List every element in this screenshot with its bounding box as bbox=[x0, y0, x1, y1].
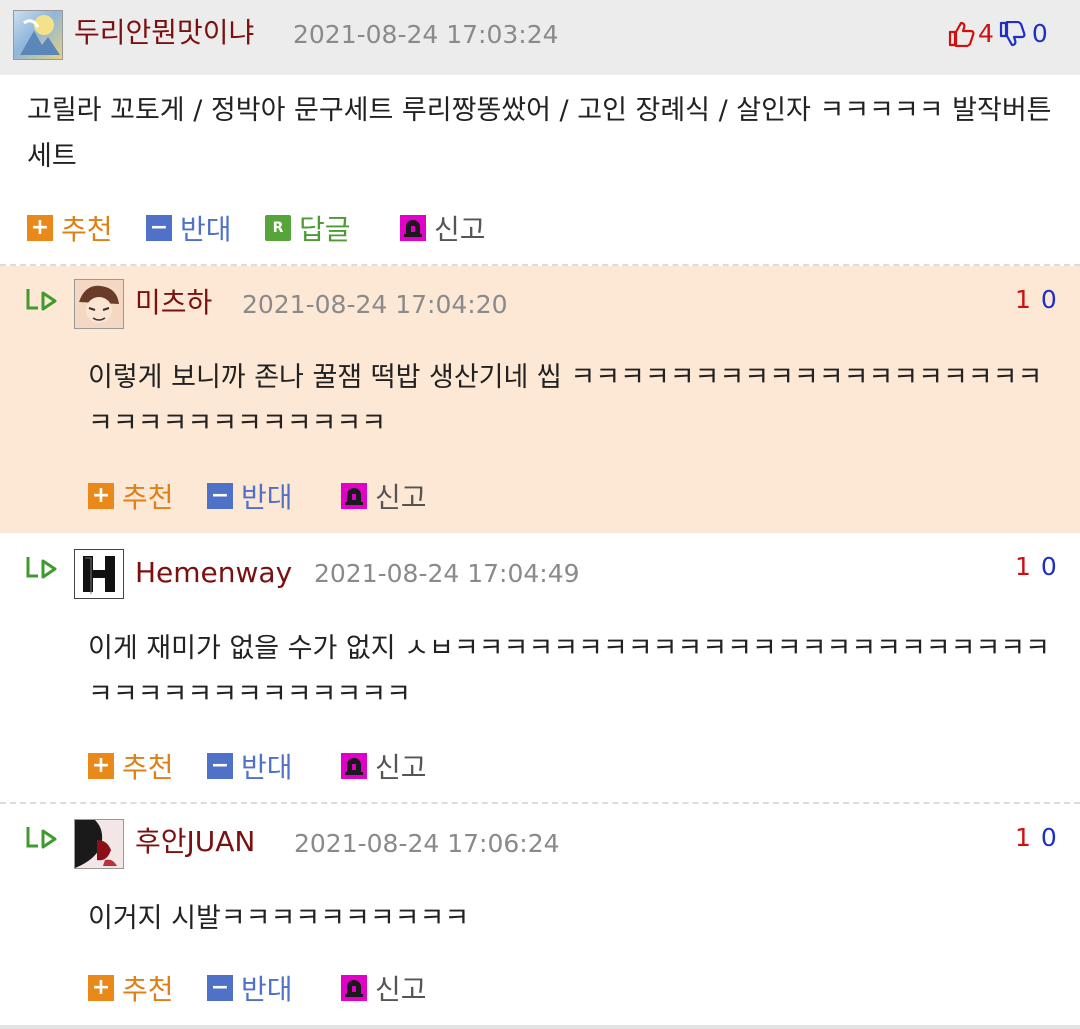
minus-icon: − bbox=[207, 753, 233, 779]
report-label: 신고 bbox=[375, 751, 427, 784]
oppose-label: 반대 bbox=[241, 973, 293, 1006]
reply-body: 이게 재미가 없을 수가 없지 ㅅㅂㅋㅋㅋㅋㅋㅋㅋㅋㅋㅋㅋㅋㅋㅋㅋㅋㅋㅋㅋㅋㅋㅋ… bbox=[88, 633, 1050, 710]
reply-item: 미츠하 2021-08-24 17:04:20 1 0 이렇게 보니까 존나 꿀… bbox=[0, 266, 1080, 533]
vote-box: 4 0 bbox=[947, 18, 1048, 50]
plus-icon: + bbox=[27, 215, 53, 241]
oppose-button[interactable]: − 반대 bbox=[207, 971, 293, 1006]
reply-downvote-count: 0 bbox=[1040, 285, 1057, 314]
thumbs-up-icon[interactable] bbox=[947, 21, 975, 47]
plus-icon: + bbox=[88, 753, 114, 779]
comment-nickname[interactable]: 두리안뭔맛이냐 bbox=[74, 16, 254, 50]
oppose-button[interactable]: − 반대 bbox=[146, 211, 232, 246]
avatar-image bbox=[79, 285, 119, 323]
comment-body: 고릴라 꼬토게 / 정박아 문구세트 루리짱똥쌌어 / 고인 장례식 / 살인자… bbox=[27, 95, 1052, 172]
reply-upvote-count: 1 bbox=[1015, 285, 1031, 314]
reply-arrow-icon bbox=[26, 827, 57, 849]
avatar[interactable] bbox=[74, 819, 124, 869]
reply-nickname[interactable]: 미츠하 bbox=[135, 286, 212, 320]
minus-icon: − bbox=[207, 975, 233, 1001]
report-label: 신고 bbox=[375, 481, 427, 514]
recommend-button[interactable]: + 추천 bbox=[88, 971, 174, 1006]
recommend-label: 추천 bbox=[122, 751, 174, 784]
bottom-border bbox=[0, 1025, 1080, 1029]
report-button[interactable]: 신고 bbox=[341, 749, 427, 784]
oppose-button[interactable]: − 반대 bbox=[207, 479, 293, 514]
reply-votes: 1 0 bbox=[1015, 822, 1057, 854]
reply-votes: 1 0 bbox=[1015, 551, 1057, 583]
siren-icon bbox=[341, 753, 367, 779]
reply-r-icon: R bbox=[265, 215, 291, 241]
avatar-image bbox=[83, 556, 115, 594]
siren-icon bbox=[400, 215, 426, 241]
minus-icon: − bbox=[207, 483, 233, 509]
thumbs-down-icon[interactable] bbox=[998, 21, 1026, 47]
recommend-label: 추천 bbox=[122, 973, 174, 1006]
reply-nickname[interactable]: Hemenway bbox=[135, 556, 292, 590]
reply-body: 이렇게 보니까 존나 꿀잼 떡밥 생산기네 씹 ㅋㅋㅋㅋㅋㅋㅋㅋㅋㅋㅋㅋㅋㅋㅋㅋ… bbox=[88, 362, 1043, 439]
report-label: 신고 bbox=[375, 973, 427, 1006]
siren-icon bbox=[341, 483, 367, 509]
avatar[interactable] bbox=[74, 549, 124, 599]
upvote-count: 4 bbox=[978, 19, 994, 48]
reply-body: 이거지 시발ㅋㅋㅋㅋㅋㅋㅋㅋㅋㅋ bbox=[88, 903, 470, 934]
reply-date: 2021-08-24 17:04:20 bbox=[242, 290, 508, 319]
reply-item: 후안JUAN 2021-08-24 17:06:24 1 0 이거지 시발ㅋㅋㅋ… bbox=[0, 804, 1080, 1029]
avatar-image bbox=[20, 15, 60, 55]
oppose-label: 반대 bbox=[241, 751, 293, 784]
report-button[interactable]: 신고 bbox=[341, 971, 427, 1006]
plus-icon: + bbox=[88, 975, 114, 1001]
oppose-button[interactable]: − 반대 bbox=[207, 749, 293, 784]
recommend-label: 추천 bbox=[122, 481, 174, 514]
reply-date: 2021-08-24 17:04:49 bbox=[314, 559, 580, 588]
recommend-label: 추천 bbox=[61, 213, 113, 246]
recommend-button[interactable]: + 추천 bbox=[27, 211, 113, 246]
reply-date: 2021-08-24 17:06:24 bbox=[294, 829, 560, 858]
reply-votes: 1 0 bbox=[1015, 284, 1057, 316]
avatar-image bbox=[75, 820, 117, 868]
report-button[interactable]: 신고 bbox=[341, 479, 427, 514]
reply-nickname[interactable]: 후안JUAN bbox=[135, 825, 255, 859]
reply-upvote-count: 1 bbox=[1015, 552, 1031, 581]
oppose-label: 반대 bbox=[180, 213, 232, 246]
recommend-button[interactable]: + 추천 bbox=[88, 749, 174, 784]
siren-icon bbox=[341, 975, 367, 1001]
report-button[interactable]: 신고 bbox=[400, 211, 486, 246]
avatar[interactable] bbox=[74, 279, 124, 329]
reply-arrow-icon bbox=[26, 289, 57, 311]
comment-date: 2021-08-24 17:03:24 bbox=[293, 20, 559, 49]
reply-upvote-count: 1 bbox=[1015, 823, 1031, 852]
reply-arrow-icon bbox=[26, 557, 57, 579]
oppose-label: 반대 bbox=[241, 481, 293, 514]
reply-item: Hemenway 2021-08-24 17:04:49 1 0 이게 재미가 … bbox=[0, 533, 1080, 803]
plus-icon: + bbox=[88, 483, 114, 509]
reply-button[interactable]: R 답글 bbox=[265, 211, 351, 246]
minus-icon: − bbox=[146, 215, 172, 241]
reply-downvote-count: 0 bbox=[1040, 552, 1057, 581]
report-label: 신고 bbox=[434, 213, 486, 246]
reply-downvote-count: 0 bbox=[1040, 823, 1057, 852]
recommend-button[interactable]: + 추천 bbox=[88, 479, 174, 514]
reply-label: 답글 bbox=[299, 213, 351, 246]
avatar[interactable] bbox=[13, 10, 63, 60]
downvote-count: 0 bbox=[1031, 19, 1048, 48]
